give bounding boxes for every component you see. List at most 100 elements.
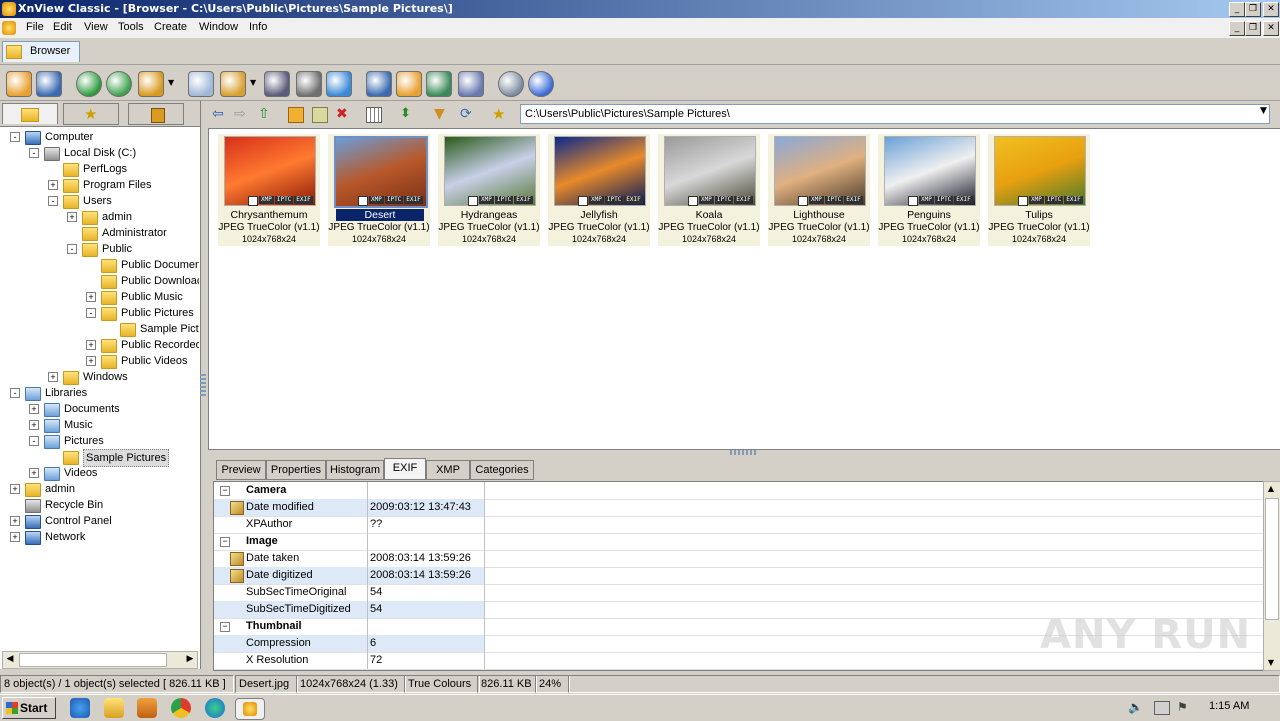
media-player-icon[interactable] [137, 698, 157, 718]
dropdown-icon[interactable]: ▼ [168, 71, 176, 95]
forward-arrow-icon[interactable]: ⇨ [234, 107, 248, 121]
move-icon[interactable] [138, 71, 164, 97]
menu-tools[interactable]: Tools [118, 21, 144, 33]
rename-icon[interactable] [312, 107, 328, 123]
expand-icon[interactable]: + [48, 180, 58, 190]
expand-icon[interactable]: + [10, 516, 20, 526]
open-icon[interactable] [6, 71, 32, 97]
edge-icon[interactable] [205, 698, 225, 718]
tab-histogram[interactable]: Histogram [326, 460, 384, 480]
menu-edit[interactable]: Edit [53, 21, 72, 33]
tree-item[interactable]: + Videos [0, 465, 199, 481]
sync-icon[interactable]: ⟳ [460, 107, 474, 121]
new-icon[interactable] [188, 71, 214, 97]
find-icon[interactable] [264, 71, 290, 97]
collapse-icon[interactable]: - [29, 436, 39, 446]
doc-restore-button[interactable]: ❐ [1245, 21, 1261, 36]
info-icon[interactable] [528, 71, 554, 97]
filter-icon[interactable]: ▼ [434, 107, 448, 121]
chrome-icon[interactable] [171, 698, 191, 718]
print-icon[interactable] [296, 71, 322, 97]
expand-icon[interactable]: + [10, 484, 20, 494]
tray-speaker-icon[interactable]: 🔈 [1128, 700, 1143, 714]
minimize-button[interactable]: _ [1229, 2, 1245, 17]
tree-item[interactable]: + Public Recorded [0, 337, 199, 353]
maximize-button[interactable]: ❐ [1245, 2, 1261, 17]
exif-group-row[interactable]: − Camera [214, 482, 1265, 500]
dropdown-icon[interactable]: ▼ [250, 71, 258, 95]
settings-icon[interactable] [498, 71, 524, 97]
tree-item[interactable]: + Public Videos [0, 353, 199, 369]
capture-icon[interactable] [366, 71, 392, 97]
back-arrow-icon[interactable]: ⇦ [212, 107, 226, 121]
expand-icon[interactable]: + [29, 420, 39, 430]
tree-item[interactable]: - Public [0, 241, 199, 257]
tree-item[interactable]: - Users [0, 193, 199, 209]
thumbnail-item[interactable]: XMP IPTC EXIF Jellyfish JPEG TrueColor (v1.1… [548, 134, 650, 246]
exif-row[interactable]: Date modified 2009:03:12 13:47:43 [214, 499, 1265, 517]
path-dropdown-icon[interactable]: ▼ [1260, 106, 1267, 116]
expand-icon[interactable]: + [86, 340, 96, 350]
close-button[interactable]: ✕ [1263, 2, 1279, 17]
tree-item[interactable]: Sample Pictu [0, 321, 199, 337]
delete-icon[interactable]: ✖ [336, 107, 350, 121]
grid-icon[interactable] [458, 71, 484, 97]
scroll-left-arrow[interactable]: ◀ [3, 652, 17, 666]
path-input[interactable]: C:\Users\Public\Pictures\Sample Pictures… [520, 104, 1270, 124]
collapse-icon[interactable]: - [48, 196, 58, 206]
tree-horizontal-scrollbar[interactable]: ◀ ▶ [2, 651, 198, 669]
exif-row[interactable]: Date digitized 2008:03:14 13:59:26 [214, 567, 1265, 585]
expand-icon[interactable]: + [48, 372, 58, 382]
tree-item[interactable]: Administrator [0, 225, 199, 241]
tree-item[interactable]: + Windows [0, 369, 199, 385]
expand-icon[interactable]: + [86, 356, 96, 366]
file-explorer-icon[interactable] [104, 698, 124, 718]
thumbnail-item[interactable]: XMP IPTC EXIF Desert JPEG TrueColor (v1.1) 10… [328, 134, 430, 246]
splitter-handle[interactable] [730, 450, 758, 455]
tree-item[interactable]: - Local Disk (C:) [0, 145, 199, 161]
thumbnail-item[interactable]: XMP IPTC EXIF Tulips JPEG TrueColor (v1.1) 10… [988, 134, 1090, 246]
collapse-icon[interactable]: − [220, 537, 230, 547]
edit-pencil-icon[interactable] [230, 552, 244, 566]
expand-icon[interactable]: + [10, 532, 20, 542]
xnview-task-button[interactable] [235, 698, 265, 720]
exif-group-row[interactable]: − Image [214, 533, 1265, 551]
doc-close-button[interactable]: ✕ [1263, 21, 1279, 36]
collapse-icon[interactable]: - [10, 132, 20, 142]
tree-item[interactable]: + Music [0, 417, 199, 433]
tab-preview[interactable]: Preview [216, 460, 266, 480]
tree-item[interactable]: + admin [0, 209, 199, 225]
tray-network-icon[interactable] [1154, 701, 1170, 715]
exif-scroll-thumb[interactable] [1265, 498, 1279, 620]
expand-icon[interactable]: + [86, 292, 96, 302]
tree-item[interactable]: + Network [0, 529, 199, 545]
tree-item[interactable]: PerfLogs [0, 161, 199, 177]
document-icon[interactable] [2, 21, 16, 35]
collapse-icon[interactable]: - [67, 244, 77, 254]
menu-view[interactable]: View [84, 21, 108, 33]
favorite-star-icon[interactable]: ★ [492, 107, 506, 122]
collapse-icon[interactable]: − [220, 486, 230, 496]
tree-item[interactable]: + Program Files [0, 177, 199, 193]
screen-icon[interactable] [396, 71, 422, 97]
tree-item[interactable]: Public Documen [0, 257, 199, 273]
exif-vertical-scrollbar[interactable]: ▲ ▼ [1263, 481, 1280, 671]
internet-explorer-icon[interactable] [70, 698, 90, 718]
clock[interactable]: 1:15 AM [1209, 700, 1249, 712]
start-button[interactable]: Start [2, 697, 56, 719]
tab-exif[interactable]: EXIF [384, 458, 426, 480]
exif-row[interactable]: XPAuthor?? [214, 516, 1265, 534]
tab-xmp[interactable]: XMP [426, 460, 470, 480]
rotate-icon[interactable] [106, 71, 132, 97]
scroll-up-arrow[interactable]: ▲ [1264, 482, 1278, 496]
slideshow-icon[interactable] [326, 71, 352, 97]
tab-properties[interactable]: Properties [266, 460, 326, 480]
thumbnail-item[interactable]: XMP IPTC EXIF Koala JPEG TrueColor (v1.1) 102… [658, 134, 760, 246]
thumbnail-item[interactable]: XMP IPTC EXIF Penguins JPEG TrueColor (v1.1)… [878, 134, 980, 246]
tree-item[interactable]: Public Downloac [0, 273, 199, 289]
tab-browser[interactable]: Browser [2, 41, 80, 62]
tab-categories[interactable] [128, 103, 184, 125]
exif-row[interactable]: SubSecTimeOriginal 54 [214, 584, 1265, 602]
tree-item[interactable]: + Public Music [0, 289, 199, 305]
tab-categories[interactable]: Categories [470, 460, 534, 480]
